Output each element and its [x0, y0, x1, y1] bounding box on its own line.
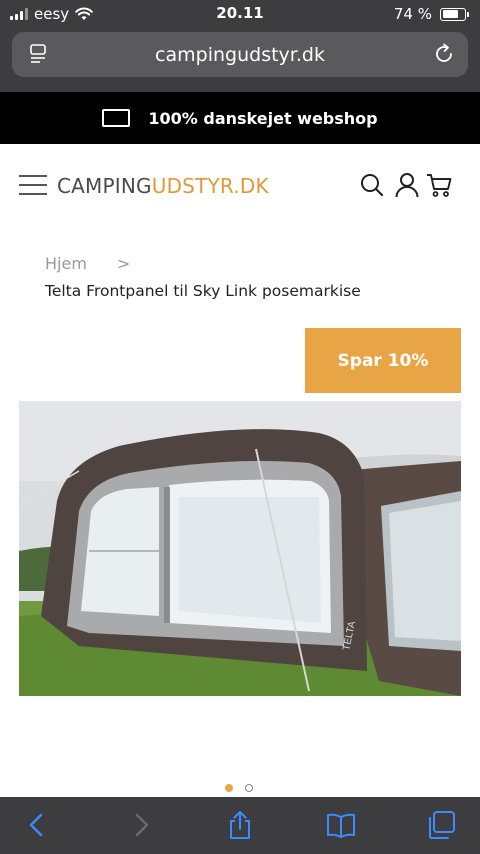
carousel-dot[interactable] — [225, 784, 233, 792]
status-bar: eesy 20.11 74 % — [0, 0, 480, 28]
breadcrumb-home-link[interactable]: Hjem — [45, 254, 87, 273]
logo-part-camping: CAMPING — [57, 174, 152, 198]
wifi-icon — [75, 7, 93, 20]
address-bar[interactable]: campingudstyr.dk — [12, 32, 468, 77]
search-icon[interactable] — [359, 172, 385, 198]
bookmarks-icon[interactable] — [326, 810, 356, 840]
battery-icon — [440, 7, 469, 21]
discount-badge: Spar 10% — [305, 328, 461, 393]
site-header: CAMPINGUDSTYR.DK — [0, 144, 480, 226]
logo-part-udstyr: UDSTYR.DK — [151, 174, 269, 198]
hamburger-menu-icon[interactable] — [19, 175, 47, 195]
carrier-label: eesy — [34, 5, 70, 23]
tabs-icon[interactable] — [426, 810, 456, 840]
carousel-dot[interactable] — [245, 784, 253, 792]
promo-banner: 100% danskejet webshop — [0, 92, 480, 144]
status-left: eesy — [10, 5, 93, 23]
forward-icon[interactable] — [126, 810, 156, 840]
reader-icon[interactable] — [28, 43, 50, 65]
breadcrumb: Hjem > — [45, 254, 130, 273]
browser-toolbar — [0, 797, 480, 854]
awning-illustration: TELTA — [19, 401, 461, 696]
laptop-icon — [102, 109, 131, 127]
site-logo[interactable]: CAMPINGUDSTYR.DK — [57, 174, 269, 198]
url-text[interactable]: campingudstyr.dk — [155, 44, 325, 66]
carousel-dots — [225, 784, 253, 792]
breadcrumb-current: Telta Frontpanel til Sky Link posemarkis… — [45, 282, 361, 300]
battery-fill — [442, 10, 459, 18]
account-icon[interactable] — [394, 172, 420, 198]
product-image[interactable]: TELTA — [19, 401, 461, 696]
battery-percent: 74 % — [393, 5, 432, 23]
cart-icon[interactable] — [426, 172, 452, 198]
chevron-right-icon: > — [116, 254, 131, 273]
signal-icon — [10, 8, 28, 20]
back-icon[interactable] — [22, 810, 52, 840]
status-right: 74 % — [393, 5, 469, 23]
browser-chrome: eesy 20.11 74 % campingudstyr.dk — [0, 0, 480, 92]
banner-text: 100% danskejet webshop — [148, 108, 378, 128]
reload-icon[interactable] — [432, 42, 456, 66]
share-icon[interactable] — [225, 810, 255, 840]
